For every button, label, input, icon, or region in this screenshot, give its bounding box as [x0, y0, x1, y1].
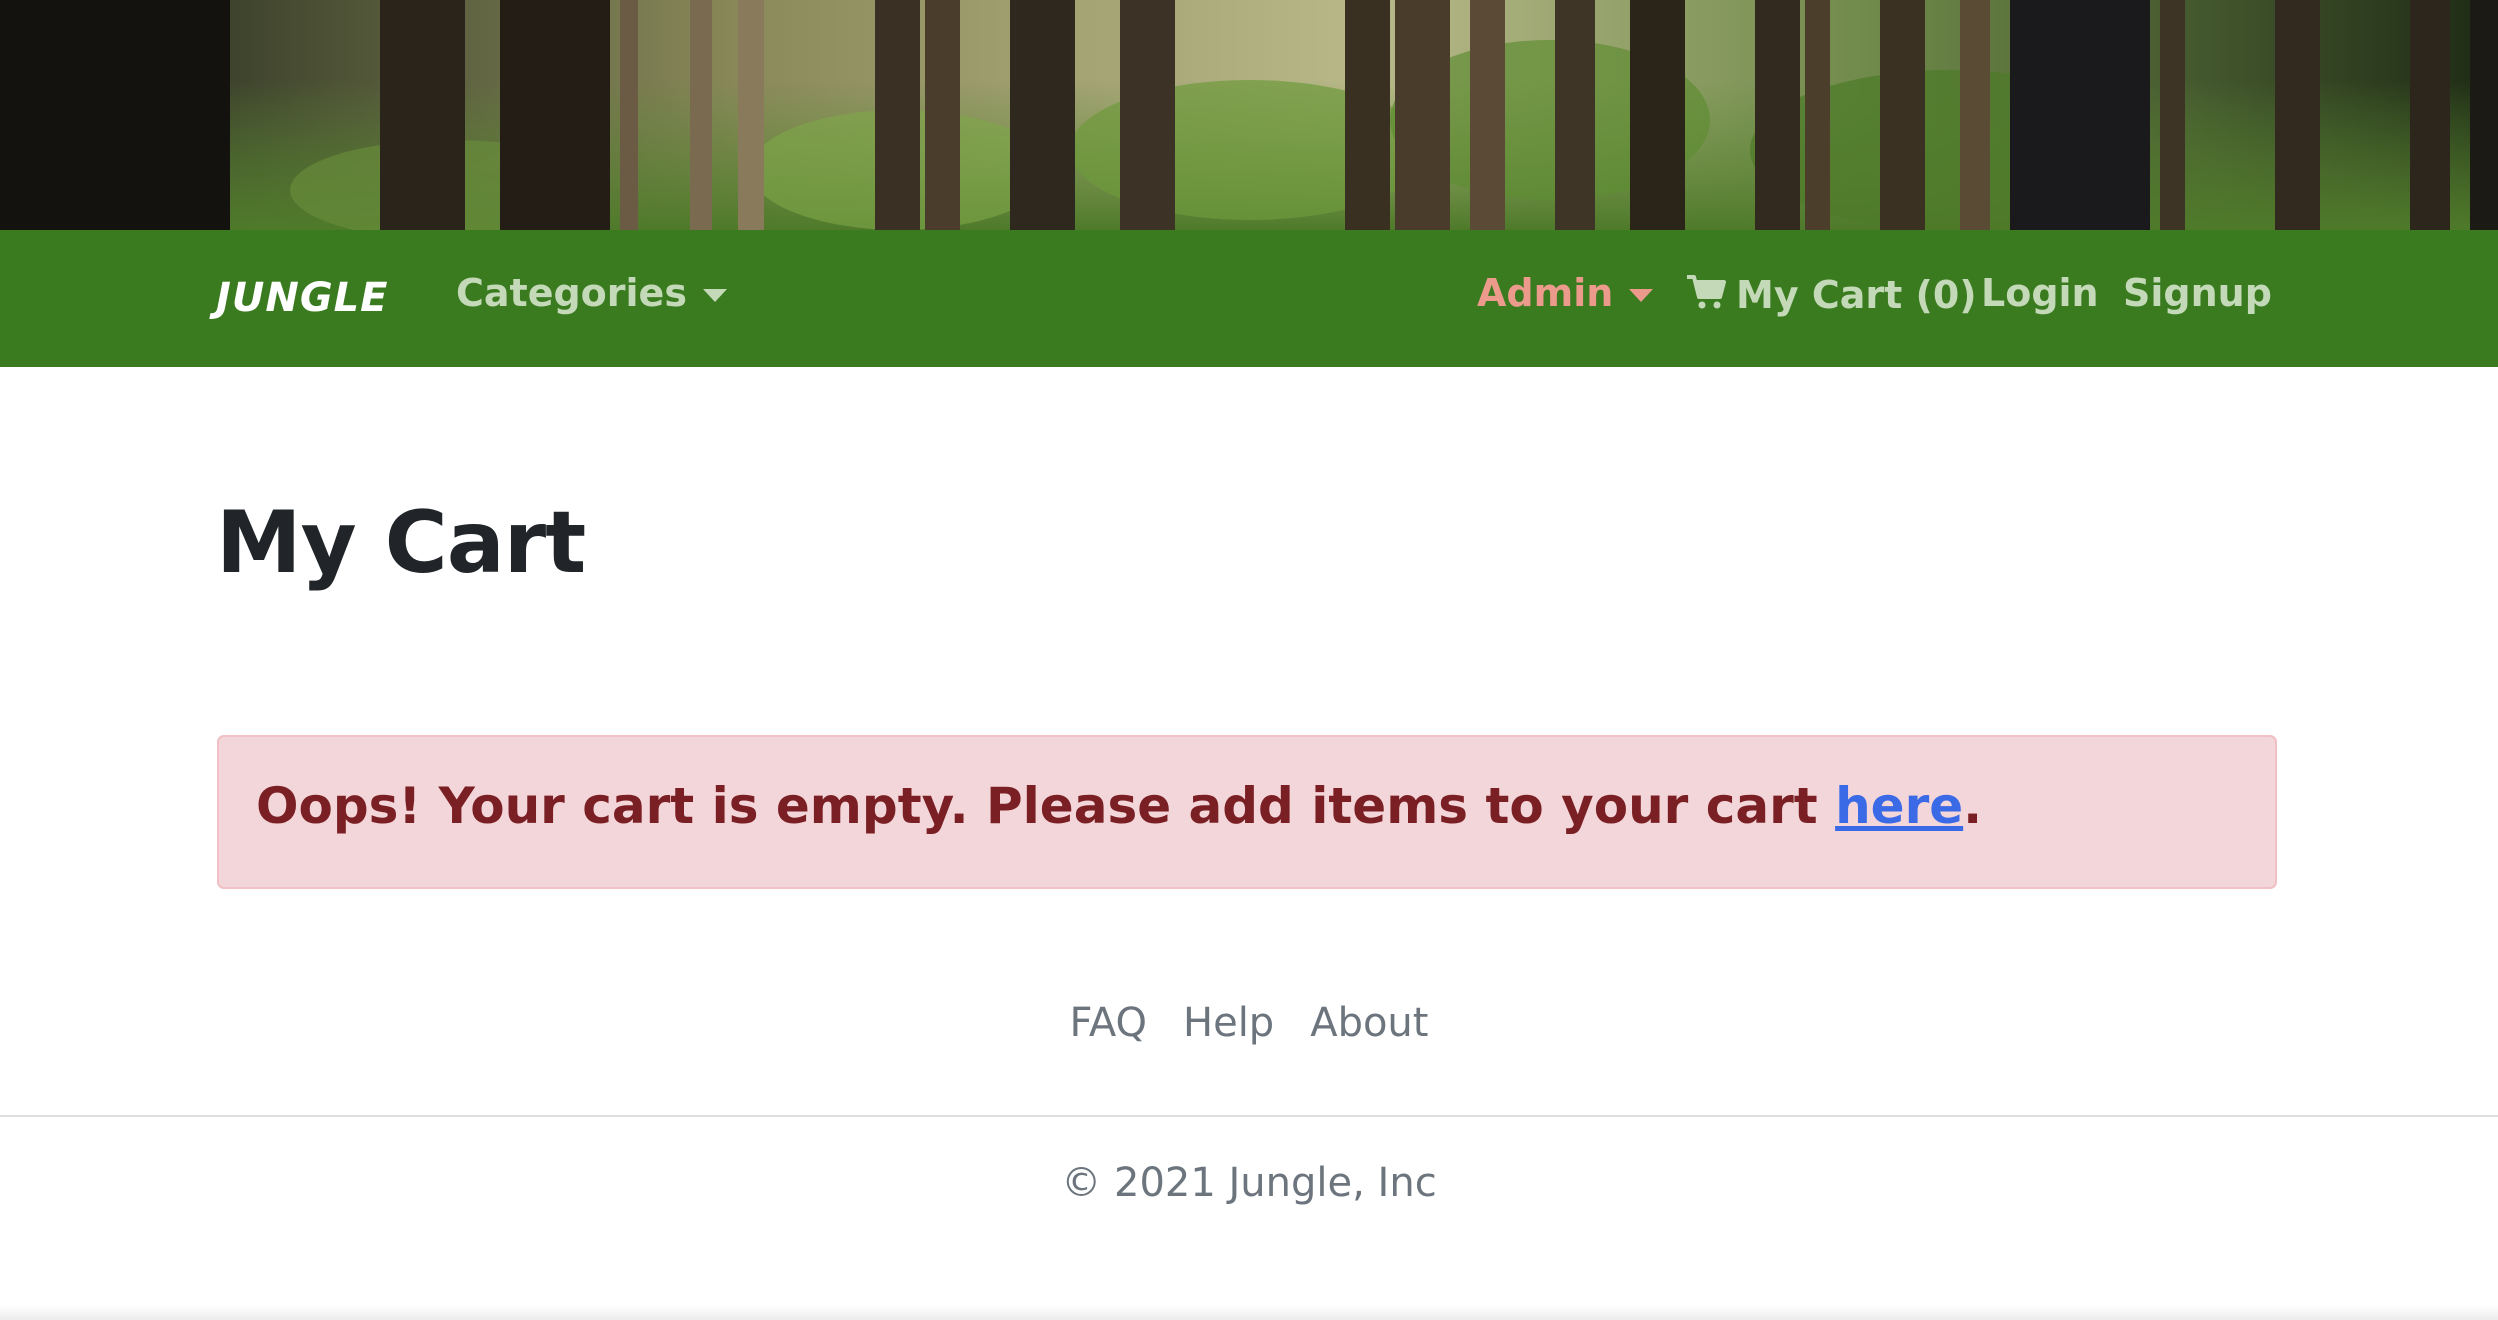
footer-divider: [0, 1115, 2498, 1117]
shopping-cart-icon: [1686, 274, 1726, 316]
hero-banner-image: [0, 0, 2498, 230]
copyright-text: © 2021 Jungle, Inc: [1061, 1160, 1437, 1206]
empty-cart-alert: Oops! Your cart is empty. Please add ite…: [217, 735, 2277, 889]
login-link[interactable]: Login: [1981, 274, 2099, 312]
footer-link-about[interactable]: About: [1310, 1000, 1428, 1046]
categories-dropdown[interactable]: Categories: [456, 274, 727, 312]
my-cart-link[interactable]: My Cart (0): [1686, 274, 1977, 316]
footer-links: FAQ Help About: [0, 1000, 2498, 1046]
alert-message: Oops! Your cart is empty. Please add ite…: [256, 774, 1982, 839]
footer-link-help[interactable]: Help: [1183, 1000, 1274, 1046]
bottom-edge-shadow: [0, 1305, 2498, 1320]
admin-dropdown[interactable]: Admin: [1477, 271, 1654, 315]
alert-message-suffix: .: [1963, 777, 1983, 835]
alert-message-text: Oops! Your cart is empty. Please add ite…: [256, 777, 1836, 835]
brand-logo-link[interactable]: JUNGLE: [216, 278, 388, 318]
add-items-here-link[interactable]: here: [1835, 777, 1963, 835]
caret-down-icon: [702, 288, 727, 302]
main-navbar: JUNGLE Categories Admin My Cart (0) Logi…: [0, 230, 2498, 367]
forest-illustration: [0, 0, 2498, 230]
my-cart-label: My Cart (0): [1736, 273, 1977, 317]
signup-link[interactable]: Signup: [2123, 274, 2272, 312]
admin-label: Admin: [1477, 271, 1614, 315]
page-title: My Cart: [216, 493, 586, 593]
categories-label: Categories: [456, 271, 687, 315]
caret-down-icon: [1629, 288, 1654, 302]
footer-link-faq[interactable]: FAQ: [1070, 1000, 1147, 1046]
